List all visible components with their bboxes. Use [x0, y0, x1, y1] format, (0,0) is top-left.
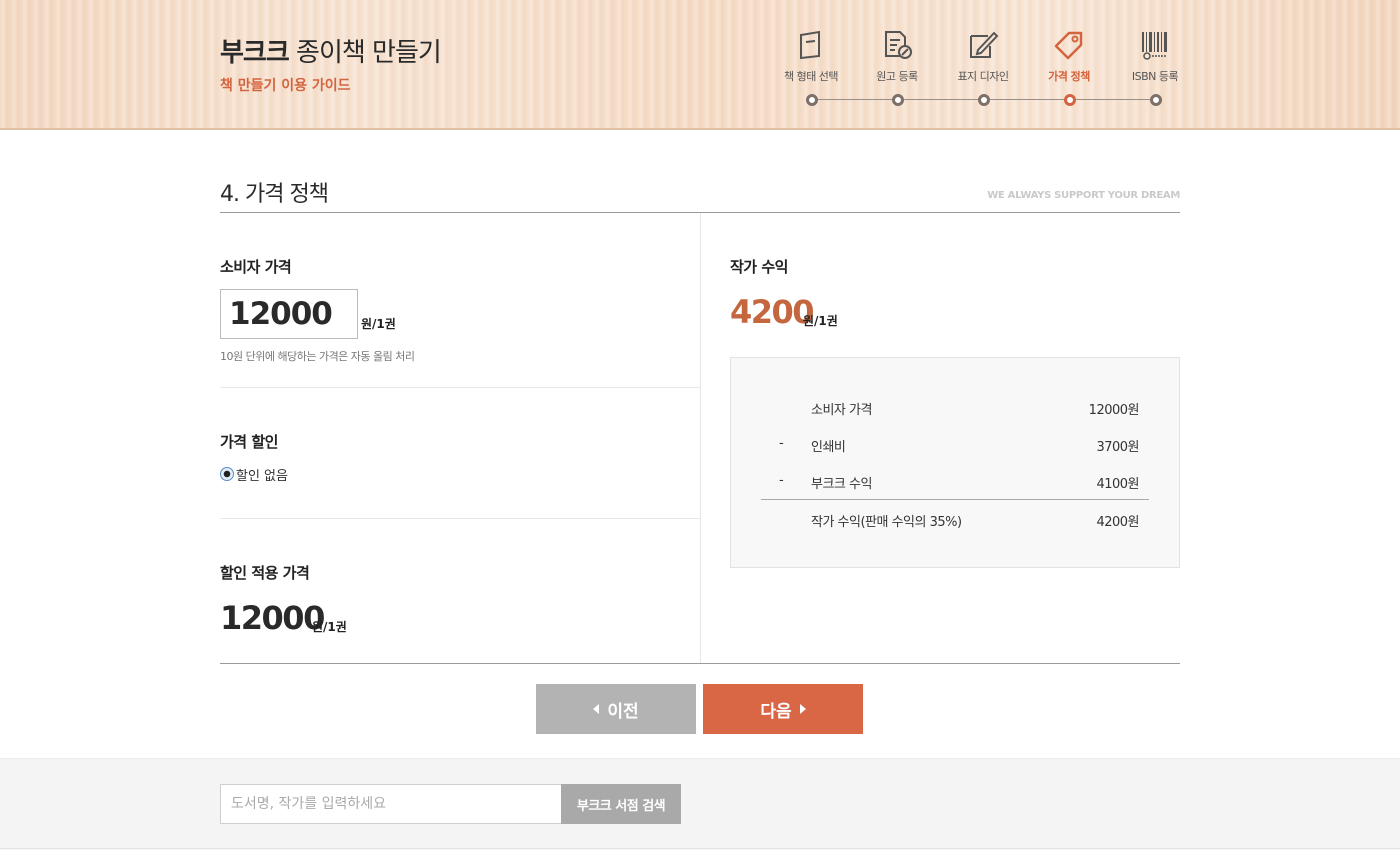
divider — [220, 518, 700, 519]
breakdown-name: 부크크 수익 — [811, 477, 872, 492]
consumer-price-label: 소비자 가격 — [220, 258, 292, 276]
pencil-square-icon — [970, 31, 999, 58]
step-label: 표지 디자인 — [957, 70, 1009, 83]
discounted-price-label: 할인 적용 가격 — [220, 564, 310, 582]
bookstore-search-button[interactable]: 부크크 서점 검색 — [561, 784, 681, 824]
barcode-icon — [1142, 32, 1167, 60]
breakdown-name: 인쇄비 — [811, 440, 846, 455]
breakdown-total-row: 작가 수익(판매 수익의 35%) 4200원 — [761, 511, 1149, 531]
author-income-unit: 원/1권 — [803, 314, 838, 328]
footer — [0, 758, 1400, 850]
breakdown-divider — [761, 499, 1149, 500]
discounted-price-unit: 원/1권 — [312, 620, 347, 634]
next-button-label: 다음 — [760, 701, 792, 722]
chevron-left-icon — [593, 704, 600, 714]
breakdown-amount: 4200원 — [1096, 515, 1139, 530]
step-label: 원고 등록 — [876, 70, 918, 83]
discounted-price-value: 12000 — [220, 599, 325, 637]
footer-divider — [0, 848, 1400, 849]
column-divider — [700, 213, 701, 663]
step-manuscript[interactable]: 원고 등록 — [854, 28, 940, 84]
step-dot — [892, 94, 904, 106]
breakdown-amount: 4100원 — [1096, 477, 1139, 492]
no-discount-radio[interactable] — [220, 467, 234, 481]
brand-title-light: 종이책 만들기 — [288, 38, 442, 68]
tagline: WE ALWAYS SUPPORT YOUR DREAM — [987, 190, 1180, 201]
step-dot-active — [1064, 94, 1076, 106]
income-breakdown-box: 소비자 가격 12000원 - 인쇄비 3700원 - 부크크 수익 4100원… — [730, 357, 1180, 568]
divider — [220, 663, 1180, 664]
breakdown-amount: 3700원 — [1096, 440, 1139, 455]
breakdown-row: 소비자 가격 12000원 — [761, 399, 1149, 419]
breakdown-name: 소비자 가격 — [811, 403, 872, 418]
step-dot — [806, 94, 818, 106]
step-label: ISBN 등록 — [1131, 70, 1179, 83]
step-label: 가격 정책 — [1048, 70, 1090, 83]
consumer-price-unit: 원/1권 — [361, 317, 396, 331]
step-dot — [978, 94, 990, 106]
rounding-note: 10원 단위에 해당하는 가격은 자동 올림 처리 — [220, 350, 415, 363]
step-price-policy[interactable]: 가격 정책 — [1026, 28, 1112, 84]
price-tag-icon — [1054, 31, 1083, 60]
step-cover-design[interactable]: 표지 디자인 — [940, 28, 1026, 84]
author-income-label: 작가 수익 — [730, 258, 788, 276]
prev-button-label: 이전 — [607, 701, 639, 722]
step-isbn[interactable]: ISBN 등록 — [1112, 28, 1198, 84]
discount-label: 가격 할인 — [220, 433, 278, 451]
step-dot — [1150, 94, 1162, 106]
consumer-price-input[interactable] — [220, 289, 358, 339]
no-discount-label[interactable]: 할인 없음 — [236, 465, 288, 484]
author-income-value: 4200 — [730, 293, 815, 331]
step-book-format[interactable]: 책 형태 선택 — [768, 28, 854, 84]
book-search-input[interactable] — [220, 784, 562, 824]
divider — [220, 387, 700, 388]
breakdown-row: - 인쇄비 3700원 — [761, 436, 1149, 456]
breakdown-name: 작가 수익(판매 수익의 35%) — [811, 515, 962, 530]
prev-button[interactable]: 이전 — [536, 684, 696, 734]
book-icon — [800, 30, 820, 60]
guide-subtitle[interactable]: 책 만들기 이용 가이드 — [220, 75, 351, 95]
breakdown-sign: - — [779, 436, 784, 451]
breakdown-sign: - — [779, 473, 784, 488]
brand-title-bold: 부크크 — [220, 38, 290, 68]
step-label: 책 형태 선택 — [783, 70, 839, 83]
header-banner: 부크크 종이책 만들기 책 만들기 이용 가이드 책 형태 선택 원고 등록 표… — [0, 0, 1400, 130]
next-button[interactable]: 다음 — [703, 684, 863, 734]
breakdown-amount: 12000원 — [1088, 403, 1140, 418]
brand-title: 부크크 종이책 만들기 — [220, 32, 442, 69]
chevron-right-icon — [799, 704, 806, 714]
breakdown-row: - 부크크 수익 4100원 — [761, 473, 1149, 493]
section-title: 4. 가격 정책 — [220, 182, 329, 207]
document-edit-icon — [885, 31, 912, 59]
